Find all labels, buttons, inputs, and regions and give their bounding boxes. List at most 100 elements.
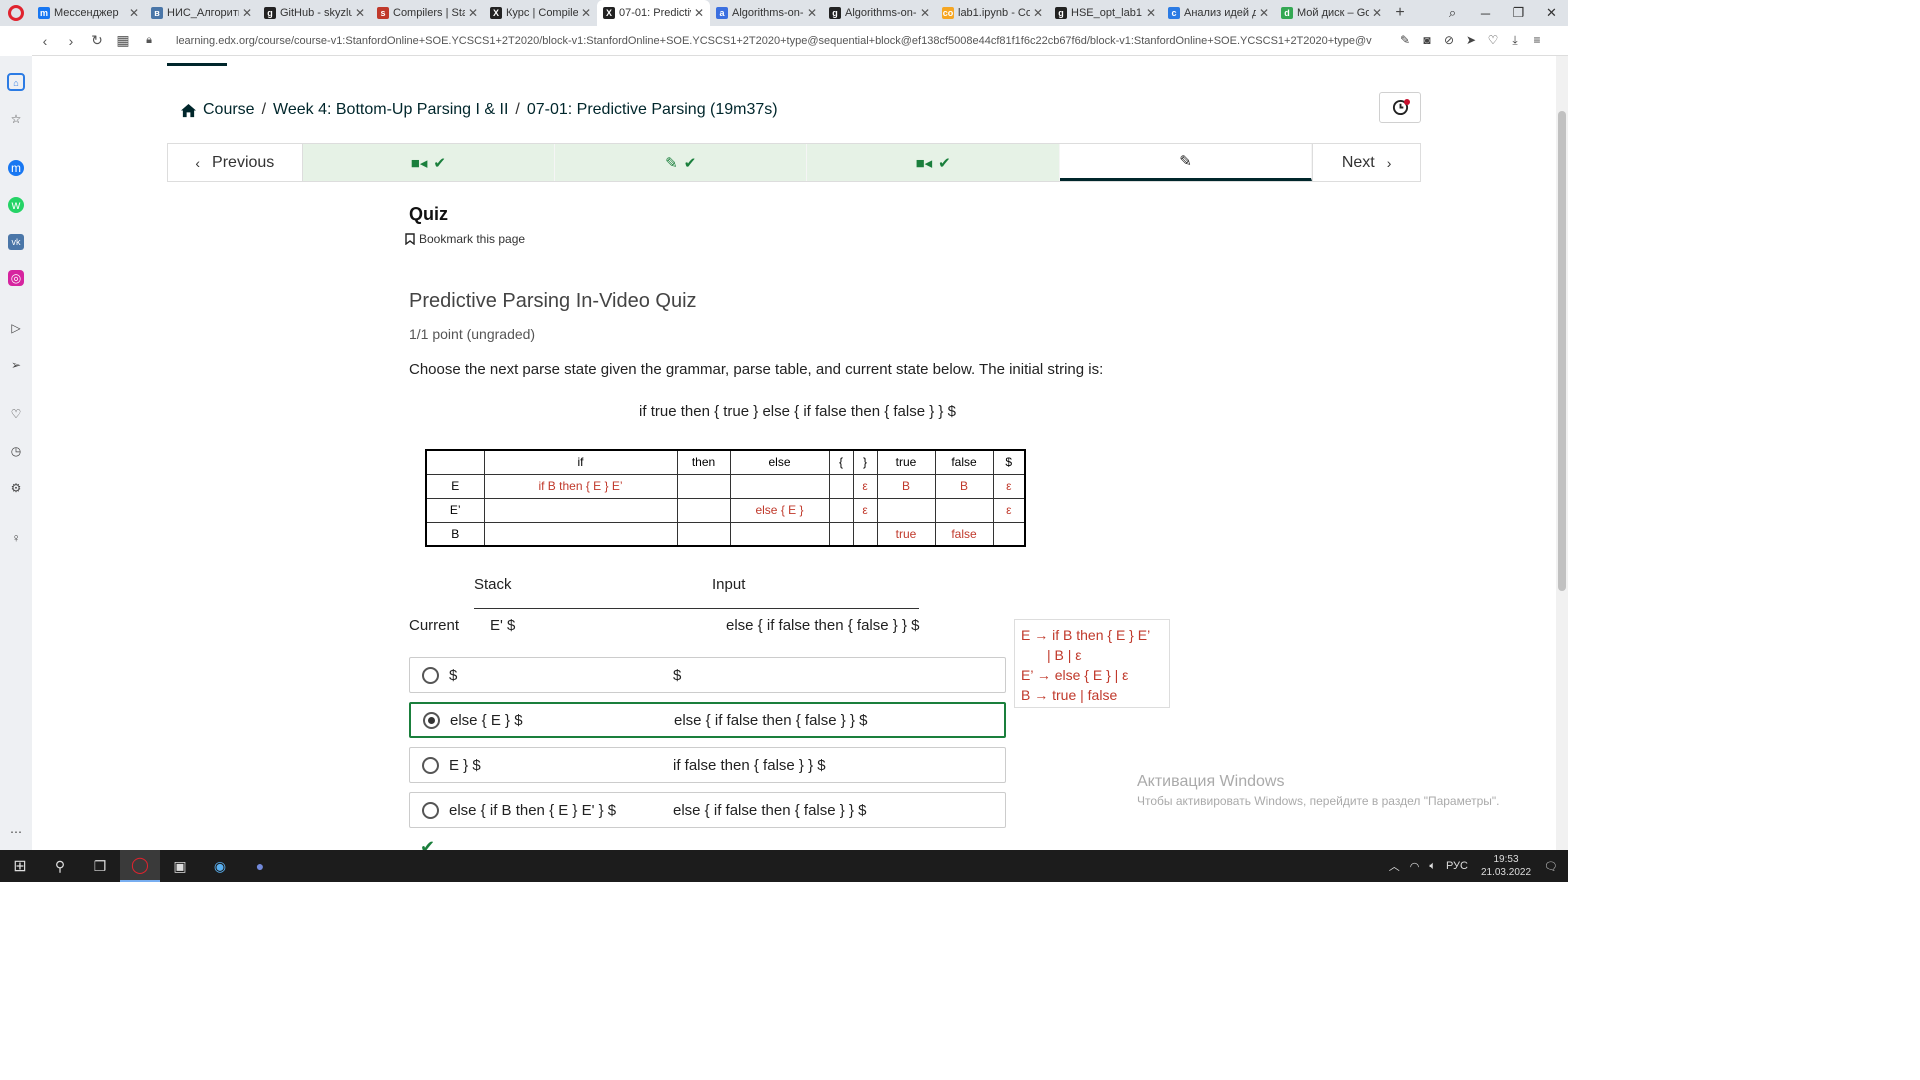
discord-taskbar-icon[interactable]: ● <box>240 850 280 882</box>
notifications-icon[interactable]: 🗨︎ <box>1544 860 1558 873</box>
opera-taskbar-icon[interactable]: ◯ <box>120 850 160 882</box>
search-icon[interactable]: ⚲ <box>40 850 80 882</box>
sequence-unit-problem-1[interactable]: ✎ ✔ <box>555 144 808 181</box>
tab-close-icon[interactable]: ✕ <box>242 6 252 20</box>
browser-tab[interactable]: co lab1.ipynb - Col ✕ <box>936 0 1049 26</box>
messenger-icon[interactable]: m <box>8 160 24 176</box>
volume-icon[interactable]: 🔈︎ <box>1429 860 1436 873</box>
next-button[interactable]: Next › <box>1312 144 1420 181</box>
parse-table-cell <box>676 497 731 523</box>
download-icon[interactable]: ⤓ <box>1504 33 1526 48</box>
browser-tab[interactable]: a Algorithms-on- ✕ <box>710 0 823 26</box>
tab-close-icon[interactable]: ✕ <box>355 6 365 20</box>
scrollbar-thumb[interactable] <box>1558 111 1566 591</box>
settings-icon[interactable]: ⚙ <box>8 480 24 496</box>
browser-tab[interactable]: g HSE_opt_lab1 ✕ <box>1049 0 1162 26</box>
grid-icon[interactable]: ▦ <box>110 32 136 49</box>
sequence-unit-video-1[interactable]: ■◂ ✔ <box>302 144 556 181</box>
wifi-icon[interactable]: ◠ <box>1410 860 1420 873</box>
tab-close-icon[interactable]: ✕ <box>694 6 704 20</box>
tab-list: m Мессенджер ✕ в НИС_Алгоритм ✕ g GitHub - skyz… <box>32 0 1388 26</box>
browser-tab[interactable]: в НИС_Алгоритм ✕ <box>145 0 258 26</box>
notifications-button[interactable] <box>1379 92 1421 123</box>
sequence-unit-problem-2[interactable]: ✎ <box>1059 144 1313 181</box>
app-taskbar-icon[interactable]: ▣ <box>160 850 200 882</box>
tab-close-icon[interactable]: ✕ <box>1033 6 1043 20</box>
block-icon[interactable]: ⊘ <box>1438 33 1460 48</box>
check-icon: ✔ <box>433 154 446 172</box>
browser-tab[interactable]: d Мой диск – Goo✕ <box>1275 0 1388 26</box>
bookmark-button[interactable]: Bookmark this page <box>405 232 525 246</box>
previous-button[interactable]: ‹ Previous <box>168 144 303 181</box>
answer-choice[interactable]: E } $ if false then { false } } $ <box>409 747 1006 783</box>
tab-close-icon[interactable]: ✕ <box>1259 6 1269 20</box>
heart-icon[interactable]: ♡ <box>8 406 24 422</box>
heart-icon[interactable]: ♡ <box>1482 33 1504 48</box>
send-icon[interactable]: ➢ <box>8 357 24 373</box>
tab-title: НИС_Алгоритм <box>167 7 239 19</box>
instagram-icon[interactable]: ◎ <box>8 270 24 286</box>
menu-icon[interactable]: ≡ <box>1526 33 1548 48</box>
tab-close-icon[interactable]: ✕ <box>468 6 478 20</box>
radio-button-checked[interactable] <box>423 711 440 729</box>
tab-close-icon[interactable]: ✕ <box>1372 6 1382 20</box>
task-view-icon[interactable]: ❐ <box>80 850 120 882</box>
parse-table-cell: ε <box>992 497 1026 523</box>
opera-logo-icon[interactable] <box>0 0 32 26</box>
forward-button[interactable]: › <box>58 33 84 49</box>
restore-button[interactable]: ❐ <box>1502 5 1535 21</box>
clock[interactable]: 19:53 21.03.2022 <box>1481 853 1531 879</box>
browser-taskbar-icon[interactable]: ◉ <box>200 850 240 882</box>
correct-check-icon: ✔ <box>420 837 436 850</box>
radio-button[interactable] <box>422 666 439 684</box>
vk-icon[interactable]: vk <box>8 234 24 250</box>
page-scrollbar[interactable] <box>1556 56 1568 850</box>
home-icon[interactable]: ⌂ <box>7 73 25 91</box>
tab-close-icon[interactable]: ✕ <box>581 6 591 20</box>
tab-close-icon[interactable]: ✕ <box>1146 6 1156 20</box>
bookmark-label: Bookmark this page <box>419 232 526 246</box>
whatsapp-icon[interactable]: w <box>8 197 24 213</box>
browser-tab[interactable]: X Курс | Compiler ✕ <box>484 0 597 26</box>
send-icon[interactable]: ➤ <box>1460 33 1482 48</box>
tab-close-icon[interactable]: ✕ <box>920 6 930 20</box>
parse-table-cell <box>852 521 878 547</box>
browser-tab[interactable]: m Мессенджер ✕ <box>32 0 145 26</box>
browser-tab[interactable]: s Compilers | Stan✕ <box>371 0 484 26</box>
breadcrumb-unit[interactable]: 07-01: Predictive Parsing (19m37s) <box>527 101 778 119</box>
answer-choice[interactable]: $ $ <box>409 657 1006 693</box>
tab-close-icon[interactable]: ✕ <box>129 6 139 20</box>
windows-start-icon[interactable]: ⊞ <box>0 850 40 882</box>
breadcrumb-course[interactable]: Course <box>203 101 255 119</box>
browser-tab[interactable]: g Algorithms-on- ✕ <box>823 0 936 26</box>
minimize-button[interactable]: ─ <box>1469 6 1502 21</box>
parse-table-header: then <box>676 449 731 475</box>
url-field[interactable]: learning.edx.org/course/course-v1:Stanfo… <box>176 35 1386 47</box>
browser-tab[interactable]: g GitHub - skyzlu ✕ <box>258 0 371 26</box>
more-icon[interactable]: ⋯ <box>8 824 24 840</box>
chevron-up-icon[interactable]: ︿ <box>1389 858 1400 874</box>
answer-choice-selected[interactable]: else { E } $ else { if false then { fals… <box>409 702 1006 738</box>
tab-close-icon[interactable]: ✕ <box>807 6 817 20</box>
tab-favicon-icon: g <box>829 7 841 19</box>
history-icon[interactable]: ◷ <box>8 443 24 459</box>
browser-tab[interactable]: c Анализ идей д ✕ <box>1162 0 1275 26</box>
new-tab-button[interactable]: + <box>1388 4 1412 22</box>
close-window-button[interactable]: ✕ <box>1535 5 1568 21</box>
answer-choice[interactable]: else { if B then { E } E' } $ else { if … <box>409 792 1006 828</box>
camera-icon[interactable]: ◙ <box>1416 33 1438 48</box>
player-icon[interactable]: ▷ <box>8 320 24 336</box>
edit-icon[interactable]: ✎ <box>1394 33 1416 48</box>
back-button[interactable]: ‹ <box>32 33 58 49</box>
sequence-unit-video-2[interactable]: ■◂ ✔ <box>807 144 1060 181</box>
lightbulb-icon[interactable]: ♀ <box>8 530 24 546</box>
radio-button[interactable] <box>422 756 439 774</box>
breadcrumb-week[interactable]: Week 4: Bottom-Up Parsing I & II <box>273 101 508 119</box>
parse-table-cell <box>876 497 936 523</box>
reload-button[interactable]: ↻ <box>84 32 110 49</box>
speed-dial-icon[interactable]: ☆ <box>8 111 24 127</box>
browser-tab[interactable]: X 07-01: Predictiv ✕ <box>597 0 710 26</box>
language-indicator[interactable]: РУС <box>1446 860 1468 872</box>
search-tabs-icon[interactable]: ⌕ <box>1436 5 1469 21</box>
radio-button[interactable] <box>422 801 439 819</box>
